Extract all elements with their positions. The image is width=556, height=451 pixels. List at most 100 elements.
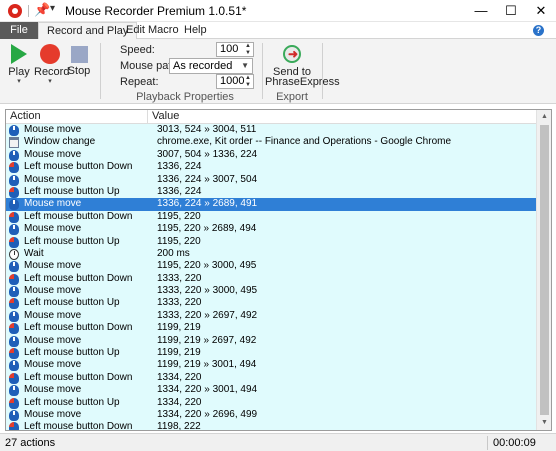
record-icon <box>40 44 60 64</box>
tab-help[interactable]: Help <box>176 22 215 39</box>
table-row[interactable]: Left mouse button Up 1199, 219 <box>6 347 536 360</box>
action-cell: Left mouse button Up <box>24 235 120 247</box>
export-caption: Export <box>276 91 308 103</box>
mouse-move-icon <box>9 174 19 186</box>
actions-list[interactable]: Action Value Mouse move 3013, 524 » 3004,… <box>5 109 552 431</box>
table-row[interactable]: Mouse move 1333, 220 » 3000, 495 <box>6 285 536 298</box>
stop-button[interactable]: Stop <box>67 41 91 77</box>
ribbon-separator <box>322 43 323 99</box>
table-row[interactable]: Left mouse button Up 1336, 224 <box>6 185 536 199</box>
table-row[interactable]: Mouse move 1334, 220 » 3001, 494 <box>6 384 536 397</box>
minimize-button[interactable]: — <box>466 0 496 22</box>
value-cell: chrome.exe, Kit order -- Finance and Ope… <box>157 136 452 148</box>
repeat-label: Repeat: <box>120 76 159 88</box>
value-cell: 1199, 219 » 2697, 492 <box>157 334 257 346</box>
table-row[interactable]: Mouse move 1336, 224 » 3007, 504 <box>6 173 536 186</box>
table-row[interactable]: Left mouse button Down 1336, 224 <box>6 161 536 174</box>
action-cell: Wait <box>24 247 44 259</box>
value-cell: 1334, 220 » 2696, 499 <box>157 408 258 420</box>
repeat-spinner[interactable]: ▲ ▼ <box>243 75 253 90</box>
table-row[interactable]: Mouse move 1199, 219 » 3001, 494 <box>6 359 536 372</box>
chevron-down-icon: ▼ <box>241 61 249 70</box>
scrollbar-thumb[interactable] <box>540 125 549 415</box>
action-cell: Mouse move <box>24 148 82 160</box>
app-logo-icon[interactable] <box>8 4 22 18</box>
column-header-action[interactable]: Action <box>6 110 148 124</box>
mouse-move-icon <box>9 224 19 236</box>
scroll-up-icon[interactable]: ▲ <box>537 110 551 124</box>
value-cell: 1333, 220 <box>157 297 202 309</box>
list-header: Action Value <box>6 110 536 124</box>
action-cell: Left mouse button Up <box>24 396 120 408</box>
value-cell: 3007, 504 » 1336, 224 <box>157 148 258 160</box>
table-row[interactable]: Mouse move 3013, 524 » 3004, 511 <box>6 124 536 137</box>
table-row[interactable]: Left mouse button Down 1333, 220 <box>6 272 536 286</box>
play-button[interactable]: Play ▾ <box>5 41 33 86</box>
stop-label: Stop <box>67 65 91 77</box>
playback-properties-caption: Playback Properties <box>136 91 234 103</box>
value-cell: 1199, 219 » 3001, 494 <box>157 359 257 371</box>
table-row[interactable]: Mouse move 1336, 224 » 2689, 491 <box>6 198 536 211</box>
title-bar: 📌 ▾ Mouse Recorder Premium 1.0.51* — ☐ ✕ <box>0 0 556 22</box>
action-cell: Left mouse button Down <box>24 322 133 334</box>
action-cell: Left mouse button Down <box>24 421 133 431</box>
table-row[interactable]: Left mouse button Down 1198, 222 <box>6 421 536 431</box>
left-mouse-button-icon <box>9 323 19 335</box>
menu-bar: File Record and Play Edit Macro Help ? <box>0 22 556 40</box>
table-row[interactable]: Window change chrome.exe, Kit order -- Fi… <box>6 136 536 149</box>
action-cell: Mouse move <box>24 198 82 210</box>
scroll-down-icon[interactable]: ▼ <box>537 416 551 430</box>
table-row[interactable]: Mouse move 1333, 220 » 2697, 492 <box>6 309 536 323</box>
left-mouse-button-icon <box>9 372 19 384</box>
mouse-move-icon <box>9 310 19 322</box>
ribbon: Play ▾ Record ▾ Stop Speed: 100 ▲ ▼ Mouse… <box>0 39 556 104</box>
tab-file[interactable]: File <box>0 22 38 39</box>
play-icon <box>11 44 27 64</box>
value-cell: 1336, 224 <box>157 161 202 173</box>
table-row[interactable]: Mouse move 1195, 220 » 2689, 494 <box>6 223 536 236</box>
action-cell: Left mouse button Down <box>24 161 133 173</box>
table-row[interactable]: Mouse move 1195, 220 » 3000, 495 <box>6 260 536 273</box>
table-row[interactable]: Mouse move 1199, 219 » 2697, 492 <box>6 334 536 348</box>
speed-spinner[interactable]: ▲ ▼ <box>243 43 253 58</box>
value-cell: 1336, 224 » 3007, 504 <box>157 173 258 185</box>
action-cell: Mouse move <box>24 359 82 371</box>
window-title: Mouse Recorder Premium 1.0.51* <box>65 4 247 18</box>
table-row[interactable]: Mouse move 1334, 220 » 2696, 499 <box>6 408 536 422</box>
table-row[interactable]: Left mouse button Up 1334, 220 <box>6 396 536 409</box>
quick-access-dropdown-icon[interactable]: ▾ <box>50 3 55 14</box>
table-row[interactable]: Left mouse button Down 1334, 220 <box>6 371 536 385</box>
value-cell: 1333, 220 <box>157 272 202 284</box>
value-cell: 1199, 219 <box>157 347 201 359</box>
mouse-path-select[interactable]: As recorded ▼ <box>169 58 253 74</box>
table-row[interactable]: Wait 200 ms <box>6 247 536 261</box>
vertical-scrollbar[interactable]: ▲ ▼ <box>536 110 551 430</box>
column-header-value[interactable]: Value <box>148 110 536 124</box>
mouse-path-value: As recorded <box>173 60 233 72</box>
pin-icon[interactable]: 📌 <box>34 2 50 18</box>
left-mouse-button-icon <box>9 162 19 174</box>
table-row[interactable]: Left mouse button Down 1195, 220 <box>6 210 536 224</box>
close-button[interactable]: ✕ <box>526 0 556 22</box>
table-row[interactable]: Mouse move 3007, 504 » 1336, 224 <box>6 148 536 162</box>
send-to-phraseexpress-button[interactable]: ➜ Send to PhraseExpress <box>265 41 340 88</box>
send-label-line2: PhraseExpress <box>265 76 340 88</box>
maximize-button[interactable]: ☐ <box>496 0 526 22</box>
speed-label: Speed: <box>120 44 155 56</box>
record-dropdown-icon[interactable]: ▾ <box>34 78 66 86</box>
left-mouse-button-icon <box>9 186 19 198</box>
value-cell: 1195, 220 <box>157 235 201 247</box>
value-cell: 1334, 220 <box>157 371 202 383</box>
table-row[interactable]: Left mouse button Up 1195, 220 <box>6 235 536 248</box>
table-row[interactable]: Left mouse button Down 1199, 219 <box>6 322 536 335</box>
wait-clock-icon <box>9 248 19 260</box>
record-button[interactable]: Record ▾ <box>34 41 69 86</box>
stop-icon <box>70 46 88 63</box>
table-row[interactable]: Left mouse button Up 1333, 220 <box>6 297 536 310</box>
action-cell: Mouse move <box>24 309 82 321</box>
help-icon[interactable]: ? <box>533 25 544 36</box>
duration: 00:00:09 <box>493 437 536 449</box>
left-mouse-button-icon <box>9 236 19 248</box>
play-dropdown-icon[interactable]: ▾ <box>5 78 33 86</box>
action-cell: Left mouse button Up <box>24 297 120 309</box>
